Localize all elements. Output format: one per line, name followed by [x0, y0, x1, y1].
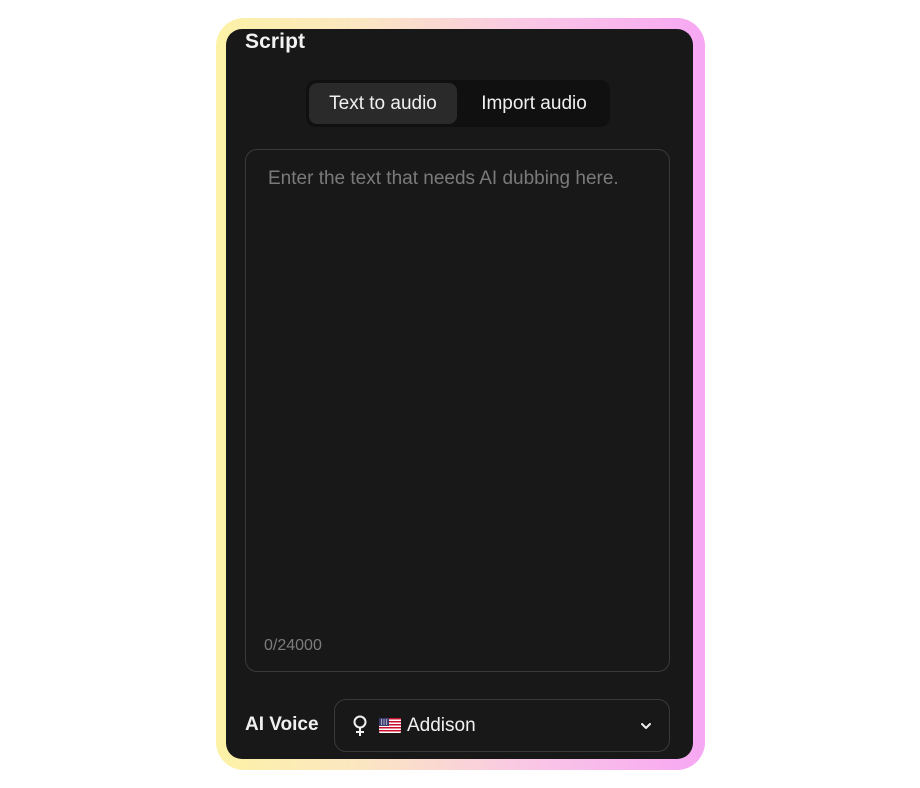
ai-voice-label: AI Voice — [245, 714, 319, 735]
character-counter: 0/24000 — [264, 637, 322, 654]
gradient-frame: Script Text to audio Import audio 0/2400… — [216, 18, 705, 770]
script-editor: 0/24000 — [245, 149, 670, 672]
mode-tabs: Text to audio Import audio — [306, 80, 610, 127]
script-panel: Script Text to audio Import audio 0/2400… — [226, 29, 693, 759]
us-flag-icon — [379, 718, 401, 733]
female-icon — [351, 714, 369, 738]
selected-voice-name: Addison — [407, 714, 476, 736]
tab-import-audio[interactable]: Import audio — [461, 83, 607, 124]
panel-title: Script — [245, 30, 306, 53]
chevron-down-icon — [639, 719, 653, 733]
script-text-input[interactable] — [246, 150, 669, 620]
voice-select-dropdown[interactable]: Addison — [334, 699, 670, 752]
tab-text-to-audio[interactable]: Text to audio — [309, 83, 457, 124]
